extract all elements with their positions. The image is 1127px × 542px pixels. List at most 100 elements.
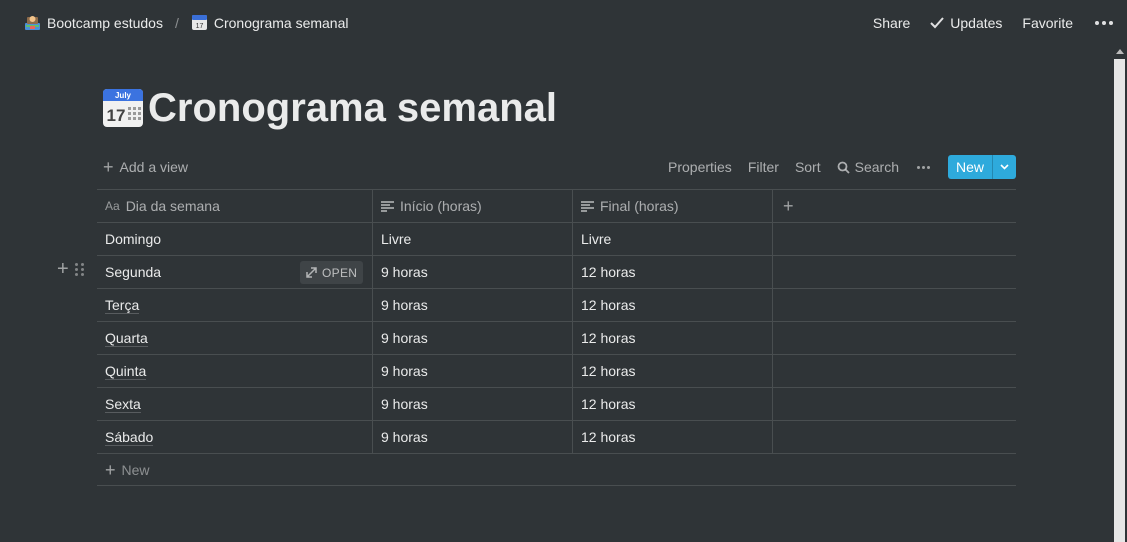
topbar-actions: Share Updates Favorite [873,15,1115,31]
sort-button[interactable]: Sort [795,159,821,175]
calendar-month-text: July [115,91,132,100]
breadcrumb-separator: / [174,14,179,31]
new-record-button[interactable]: New [948,155,992,179]
cell-empty[interactable] [773,223,1016,255]
row-title: Segunda [105,264,162,280]
cell-day[interactable]: Terça [97,289,373,321]
open-label: OPEN [322,265,358,280]
cell-start[interactable]: 9 horas [373,355,573,387]
add-property-button[interactable]: + [773,190,1016,222]
new-row-label: New [121,461,150,478]
row-title: Sábado [105,428,154,446]
search-label: Search [854,159,899,175]
favorite-button[interactable]: Favorite [1022,15,1073,31]
cell-end[interactable]: 12 horas [573,322,773,354]
cell-empty[interactable] [773,355,1016,387]
table-row[interactable]: Sábado 9 horas 12 horas [97,421,1016,454]
cell-start[interactable]: 9 horas [373,322,573,354]
drag-handle-icon[interactable] [74,262,84,276]
view-actions: Properties Filter Sort Search New [668,155,1016,179]
table-row[interactable]: Domingo Livre Livre [97,223,1016,256]
topbar: Bootcamp estudos / 17 Cronograma semanal… [0,0,1127,45]
column-header-start[interactable]: Início (horas) [373,190,573,222]
cell-value: 9 horas [381,330,428,346]
share-button[interactable]: Share [873,15,910,31]
breadcrumb-workspace-label: Bootcamp estudos [47,14,163,31]
cell-value: 12 horas [581,429,636,445]
favorite-label: Favorite [1022,14,1073,31]
column-header-end[interactable]: Final (horas) [573,190,773,222]
plus-icon: + [783,196,794,216]
cell-end[interactable]: 12 horas [573,421,773,453]
text-property-icon [581,200,594,212]
table-header-row: Aa Dia da semana Início (horas) Final (h… [97,190,1016,223]
properties-button[interactable]: Properties [668,159,732,175]
breadcrumb-page-label: Cronograma semanal [213,14,349,31]
breadcrumb-page[interactable]: 17 Cronograma semanal [189,12,351,33]
page-title[interactable]: Cronograma semanal [148,86,557,130]
more-options-icon[interactable] [1093,20,1115,25]
plus-icon: + [103,157,114,177]
chevron-down-icon[interactable] [992,155,1016,179]
svg-text:17: 17 [195,23,203,30]
column-header-label: Início (horas) [400,198,482,214]
cell-empty[interactable] [773,388,1016,420]
cell-day[interactable]: Sexta [97,388,373,420]
row-title: Quarta [105,329,148,347]
table-row[interactable]: Terça 9 horas 12 horas [97,289,1016,322]
more-view-options-icon[interactable] [915,165,932,169]
breadcrumb: Bootcamp estudos / 17 Cronograma semanal [22,12,350,33]
search-button[interactable]: Search [837,159,899,175]
updates-label: Updates [950,14,1003,31]
cell-day[interactable]: Sábado [97,421,373,453]
cell-end[interactable]: 12 horas [573,388,773,420]
breadcrumb-workspace[interactable]: Bootcamp estudos [22,12,165,33]
text-property-icon [381,200,394,212]
database-table: Aa Dia da semana Início (horas) Final (h… [57,189,1016,486]
updates-button[interactable]: Updates [930,15,1002,31]
scroll-up-arrow-icon[interactable] [1116,49,1124,54]
cell-start[interactable]: Livre [373,223,573,255]
cell-value: 12 horas [581,330,636,346]
cell-value: Livre [381,231,412,247]
open-page-button[interactable]: OPEN [300,261,364,284]
cell-day[interactable]: Quinta [97,355,373,387]
cell-day[interactable]: Quarta [97,322,373,354]
cell-end[interactable]: 12 horas [573,289,773,321]
cell-value: 9 horas [381,297,428,313]
cell-start[interactable]: 9 horas [373,289,573,321]
cell-day[interactable]: Segunda OPEN [97,256,373,288]
cell-value: 12 horas [581,396,636,412]
cell-empty[interactable] [773,421,1016,453]
vertical-scrollbar[interactable] [1112,45,1127,542]
column-header-day[interactable]: Aa Dia da semana [97,190,373,222]
add-view-button[interactable]: + Add a view [97,157,188,177]
cell-empty[interactable] [773,322,1016,354]
calendar-icon[interactable]: July 17 [102,87,144,129]
cell-end[interactable]: Livre [573,223,773,255]
cell-start[interactable]: 9 horas [373,421,573,453]
table-row[interactable]: + Segunda OPEN 9 horas 12 horas [57,256,1016,289]
cell-value: Livre [581,231,612,247]
new-button-group: New [947,155,1016,179]
cell-empty[interactable] [773,256,1016,288]
cell-empty[interactable] [773,289,1016,321]
add-row-plus-icon[interactable]: + [57,259,69,279]
cell-start[interactable]: 9 horas [373,256,573,288]
table-row[interactable]: Quinta 9 horas 12 horas [97,355,1016,388]
cell-value: 9 horas [381,396,428,412]
row-handles: + [57,259,84,279]
scrollbar-thumb[interactable] [1114,59,1125,542]
column-header-label: Final (horas) [600,198,679,214]
cell-end[interactable]: 12 horas [573,256,773,288]
cell-day[interactable]: Domingo [97,223,373,255]
filter-button[interactable]: Filter [748,159,779,175]
cell-start[interactable]: 9 horas [373,388,573,420]
row-title: Quinta [105,362,147,380]
table-row[interactable]: Quarta 9 horas 12 horas [97,322,1016,355]
cell-value: 9 horas [381,264,428,280]
table-row[interactable]: Sexta 9 horas 12 horas [97,388,1016,421]
new-row-button[interactable]: + New [97,454,1016,486]
cell-end[interactable]: 12 horas [573,355,773,387]
coder-emoji-icon [24,14,41,31]
